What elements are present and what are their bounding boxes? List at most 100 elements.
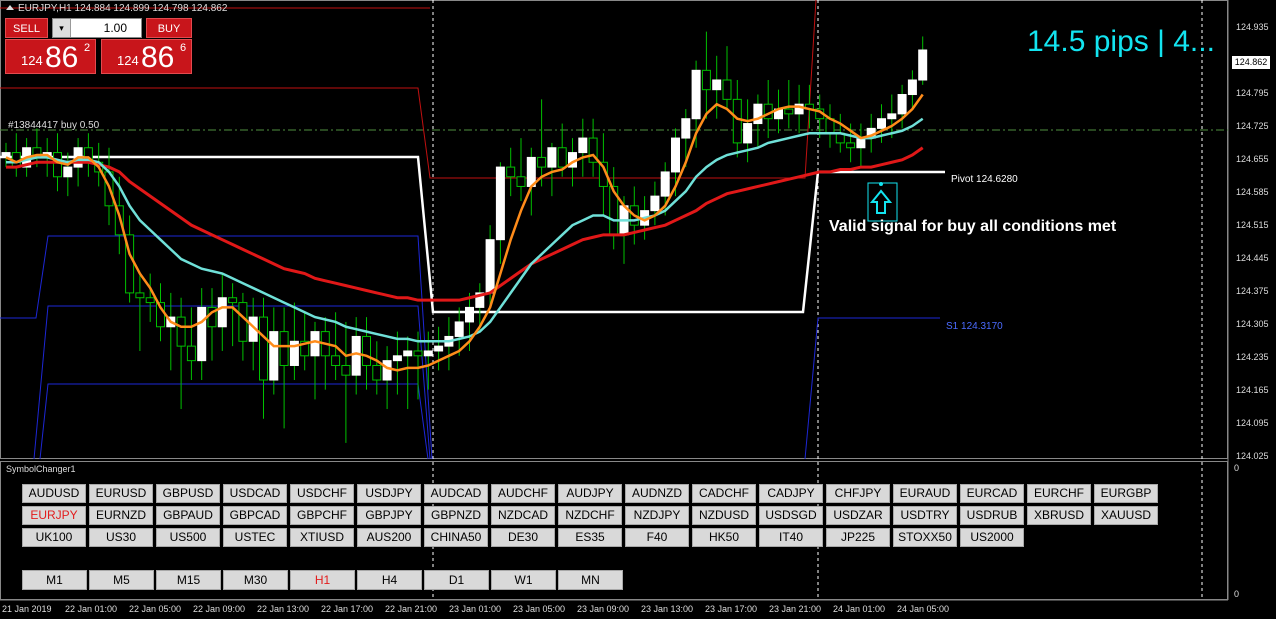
symbol-changer-title: SymbolChanger1 xyxy=(6,464,76,474)
symbol-button-us2000[interactable]: US2000 xyxy=(960,528,1024,547)
symbol-button-audjpy[interactable]: AUDJPY xyxy=(558,484,622,503)
symbol-button-xauusd[interactable]: XAUUSD xyxy=(1094,506,1158,525)
symbol-button-gbpnzd[interactable]: GBPNZD xyxy=(424,506,488,525)
candle-body xyxy=(186,345,196,362)
symbol-button-eurnzd[interactable]: EURNZD xyxy=(89,506,153,525)
timeframe-button-h4[interactable]: H4 xyxy=(357,570,422,590)
symbol-button-euraud[interactable]: EURAUD xyxy=(893,484,957,503)
candle-body xyxy=(310,331,320,357)
symbol-button-hk50[interactable]: HK50 xyxy=(692,528,756,547)
symbol-button-gbpusd[interactable]: GBPUSD xyxy=(156,484,220,503)
candle-body xyxy=(547,147,557,168)
symbol-button-jp225[interactable]: JP225 xyxy=(826,528,890,547)
symbol-button-audchf[interactable]: AUDCHF xyxy=(491,484,555,503)
candle-body xyxy=(846,142,856,149)
candle-body xyxy=(485,239,495,294)
candle-body xyxy=(732,98,742,144)
price-chart[interactable] xyxy=(0,0,1276,619)
candle-body xyxy=(362,335,371,366)
symbol-button-stoxx50[interactable]: STOXX50 xyxy=(893,528,957,547)
symbol-button-audnzd[interactable]: AUDNZD xyxy=(625,484,689,503)
buy-price-prefix: 124 xyxy=(117,53,139,68)
symbol-button-de30[interactable]: DE30 xyxy=(491,528,555,547)
buy-price-box[interactable]: 124 86 6 xyxy=(101,39,192,74)
time-tick: 24 Jan 05:00 xyxy=(897,604,950,614)
timeframe-button-m15[interactable]: M15 xyxy=(156,570,221,590)
time-tick: 23 Jan 21:00 xyxy=(769,604,822,614)
symbol-button-chfjpy[interactable]: CHFJPY xyxy=(826,484,890,503)
candle-body xyxy=(722,79,732,100)
symbol-button-usdcad[interactable]: USDCAD xyxy=(223,484,287,503)
buy-button[interactable]: BUY xyxy=(146,18,192,38)
symbol-button-eurchf[interactable]: EURCHF xyxy=(1027,484,1091,503)
time-tick: 22 Jan 01:00 xyxy=(65,604,118,614)
symbol-button-nzdusd[interactable]: NZDUSD xyxy=(692,506,756,525)
symbol-button-f40[interactable]: F40 xyxy=(625,528,689,547)
symbol-button-ustec[interactable]: USTEC xyxy=(223,528,287,547)
timeframe-button-m30[interactable]: M30 xyxy=(223,570,288,590)
lots-value[interactable]: 1.00 xyxy=(104,21,127,35)
buy-price-sup: 6 xyxy=(180,42,187,54)
time-tick: 23 Jan 09:00 xyxy=(577,604,630,614)
symbol-button-eurjpy[interactable]: EURJPY xyxy=(22,506,86,525)
symbol-button-us500[interactable]: US500 xyxy=(156,528,220,547)
candle-body xyxy=(887,113,897,120)
symbol-button-eurcad[interactable]: EURCAD xyxy=(960,484,1024,503)
candle-body xyxy=(743,123,753,144)
timeframe-button-mn[interactable]: MN xyxy=(558,570,623,590)
symbol-button-usdchf[interactable]: USDCHF xyxy=(290,484,354,503)
candle-body xyxy=(506,166,516,178)
symbol-button-cadchf[interactable]: CADCHF xyxy=(692,484,756,503)
candle-body xyxy=(63,166,73,178)
symbol-button-es35[interactable]: ES35 xyxy=(558,528,622,547)
symbol-button-nzdchf[interactable]: NZDCHF xyxy=(558,506,622,525)
symbol-button-gbpcad[interactable]: GBPCAD xyxy=(223,506,287,525)
timeframe-button-m1[interactable]: M1 xyxy=(22,570,87,590)
one-click-panel: SELL ▾ 1.00 BUY 124 86 2 124 86 6 xyxy=(5,18,192,74)
pips-label: 14.5 pips | 4... xyxy=(1027,25,1215,58)
timeframe-button-d1[interactable]: D1 xyxy=(424,570,489,590)
symbol-button-it40[interactable]: IT40 xyxy=(759,528,823,547)
symbol-button-aus200[interactable]: AUS200 xyxy=(357,528,421,547)
symbol-button-eurusd[interactable]: EURUSD xyxy=(89,484,153,503)
symbol-button-usdsgd[interactable]: USDSGD xyxy=(759,506,823,525)
symbol-button-usdtry[interactable]: USDTRY xyxy=(893,506,957,525)
price-tick: 124.655 xyxy=(1236,154,1269,164)
symbol-button-nzdjpy[interactable]: NZDJPY xyxy=(625,506,689,525)
timeframe-button-h1[interactable]: H1 xyxy=(290,570,355,590)
symbol-button-usdrub[interactable]: USDRUB xyxy=(960,506,1024,525)
candle-body xyxy=(331,355,341,366)
symbol-button-audcad[interactable]: AUDCAD xyxy=(424,484,488,503)
candle-body xyxy=(238,302,248,342)
symbol-button-cadjpy[interactable]: CADJPY xyxy=(759,484,823,503)
symbol-button-eurgbp[interactable]: EURGBP xyxy=(1094,484,1158,503)
sell-button[interactable]: SELL xyxy=(5,18,48,38)
symbol-button-usdjpy[interactable]: USDJPY xyxy=(357,484,421,503)
time-tick: 22 Jan 13:00 xyxy=(257,604,310,614)
candle-body xyxy=(351,335,361,376)
symbol-button-gbpjpy[interactable]: GBPJPY xyxy=(357,506,421,525)
symbol-button-china50[interactable]: CHINA50 xyxy=(424,528,488,547)
s1-label: S1 124.3170 xyxy=(946,321,1003,332)
candle-body xyxy=(681,118,691,139)
symbol-button-gbpaud[interactable]: GBPAUD xyxy=(156,506,220,525)
timeframe-button-w1[interactable]: W1 xyxy=(491,570,556,590)
symbol-button-us30[interactable]: US30 xyxy=(89,528,153,547)
sell-price-box[interactable]: 124 86 2 xyxy=(5,39,96,74)
chevron-down-icon[interactable]: ▾ xyxy=(53,19,71,37)
symbol-button-gbpchf[interactable]: GBPCHF xyxy=(290,506,354,525)
symbol-button-xtiusd[interactable]: XTIUSD xyxy=(290,528,354,547)
symbol-button-audusd[interactable]: AUDUSD xyxy=(22,484,86,503)
symbol-button-nzdcad[interactable]: NZDCAD xyxy=(491,506,555,525)
candle-body xyxy=(176,316,186,347)
lots-field[interactable]: ▾ 1.00 xyxy=(52,18,142,38)
triangle-up-icon[interactable] xyxy=(6,5,14,10)
price-tick: 124.725 xyxy=(1236,121,1269,131)
symbol-button-xbrusd[interactable]: XBRUSD xyxy=(1027,506,1091,525)
timeframe-button-m5[interactable]: M5 xyxy=(89,570,154,590)
candle-body xyxy=(197,306,207,362)
candle-body xyxy=(145,297,155,304)
symbol-button-uk100[interactable]: UK100 xyxy=(22,528,86,547)
candle-body xyxy=(454,321,464,337)
symbol-button-usdzar[interactable]: USDZAR xyxy=(826,506,890,525)
